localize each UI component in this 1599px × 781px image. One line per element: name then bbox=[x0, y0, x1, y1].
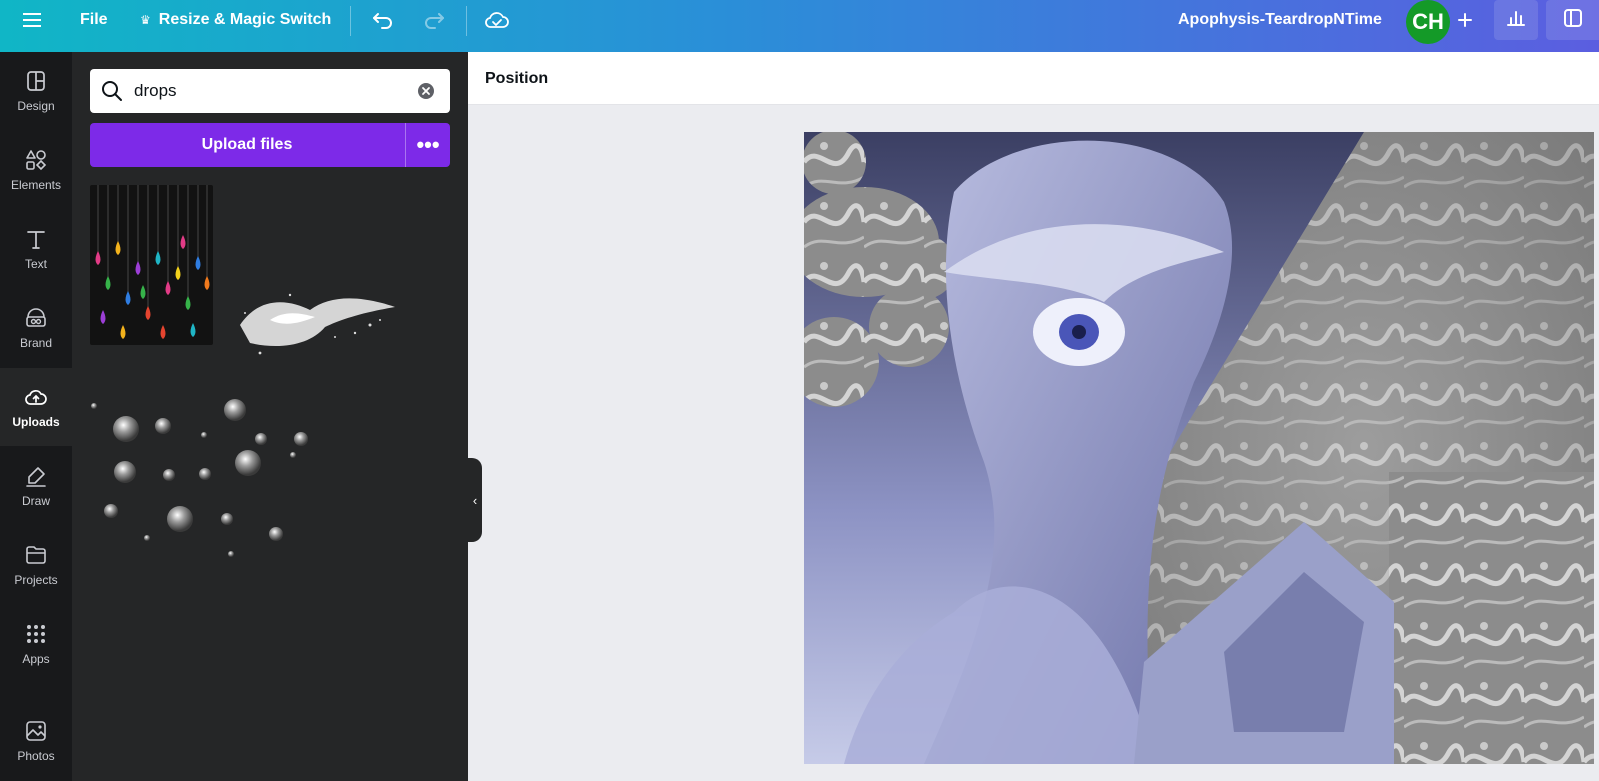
toolbar-divider bbox=[350, 6, 351, 36]
document-title[interactable]: Apophysis-TeardropNTime bbox=[1178, 0, 1382, 40]
rail-item-label: Text bbox=[24, 257, 47, 271]
brand-icon bbox=[26, 308, 46, 327]
grid-icon bbox=[27, 625, 45, 643]
avatar[interactable]: CH bbox=[1406, 0, 1450, 44]
resize-magic-switch-button[interactable]: ♛ Resize & Magic Switch bbox=[140, 0, 331, 40]
resize-label: Resize & Magic Switch bbox=[158, 11, 332, 28]
rail-item-uploads[interactable]: Uploads bbox=[0, 368, 72, 446]
more-options-button[interactable]: ••• bbox=[405, 123, 450, 167]
file-menu-button[interactable]: File bbox=[80, 0, 108, 40]
layout-icon bbox=[27, 71, 45, 91]
rail-item-photos[interactable]: Photos bbox=[0, 702, 72, 780]
cloud-saved-icon[interactable] bbox=[480, 6, 514, 34]
clear-search-icon[interactable] bbox=[416, 81, 436, 106]
rail-item-label: Elements bbox=[10, 178, 62, 192]
cloud-upload-icon bbox=[25, 390, 47, 405]
uploads-panel: Upload files ••• bbox=[72, 52, 468, 781]
chart-icon bbox=[1506, 9, 1526, 32]
search-box[interactable] bbox=[90, 69, 450, 113]
design-canvas[interactable] bbox=[804, 132, 1594, 764]
hamburger-icon[interactable] bbox=[15, 6, 49, 34]
redo-icon[interactable] bbox=[417, 6, 451, 34]
upload-row: Upload files ••• bbox=[90, 123, 450, 167]
rail-item-label: Apps bbox=[22, 652, 50, 666]
rail-item-brand[interactable]: Brand bbox=[0, 289, 72, 367]
rail-item-draw[interactable]: Draw bbox=[0, 447, 72, 525]
context-toolbar: Position bbox=[468, 52, 1599, 105]
insights-button[interactable] bbox=[1494, 0, 1538, 40]
collapse-panel-handle[interactable]: ‹ bbox=[468, 458, 482, 542]
toolbar-divider bbox=[466, 6, 467, 36]
rail-item-projects[interactable]: Projects bbox=[0, 526, 72, 604]
shapes-icon bbox=[26, 150, 47, 171]
rail-item-label: Brand bbox=[19, 336, 53, 350]
rail-item-elements[interactable]: Elements bbox=[0, 131, 72, 209]
top-bar: File ♛ Resize & Magic Switch Apophysis-T… bbox=[0, 0, 1599, 52]
rail-item-design[interactable]: Design bbox=[0, 52, 72, 130]
upload-thumbnail-colorful-drops[interactable] bbox=[90, 185, 213, 345]
search-icon bbox=[100, 79, 124, 108]
plus-icon[interactable] bbox=[1448, 6, 1482, 34]
rail-item-label: Draw bbox=[21, 494, 50, 508]
rail-item-label: Projects bbox=[14, 573, 58, 587]
pen-icon bbox=[26, 467, 46, 487]
search-input[interactable] bbox=[134, 81, 404, 101]
chevron-left-icon: ‹ bbox=[472, 492, 478, 508]
crown-icon: ♛ bbox=[140, 13, 151, 27]
upload-files-button[interactable]: Upload files bbox=[90, 123, 404, 167]
rail-item-label: Uploads bbox=[12, 415, 60, 429]
rail-item-label: Design bbox=[17, 99, 55, 113]
text-icon bbox=[27, 231, 45, 249]
rail-item-text[interactable]: Text bbox=[0, 210, 72, 288]
present-icon bbox=[1563, 8, 1583, 33]
rail-item-apps[interactable]: Apps bbox=[0, 605, 72, 683]
upload-thumbnail-white-splash[interactable] bbox=[230, 265, 400, 365]
image-icon bbox=[26, 721, 46, 741]
position-button[interactable]: Position bbox=[485, 52, 548, 105]
rail-item-label: Photos bbox=[17, 749, 55, 763]
upload-thumbnail-water-droplets[interactable] bbox=[90, 399, 330, 569]
present-button[interactable] bbox=[1546, 0, 1599, 40]
undo-icon[interactable] bbox=[366, 6, 400, 34]
folder-icon bbox=[26, 546, 46, 564]
left-rail: Design Elements Text Brand Uploads Draw … bbox=[0, 52, 72, 781]
